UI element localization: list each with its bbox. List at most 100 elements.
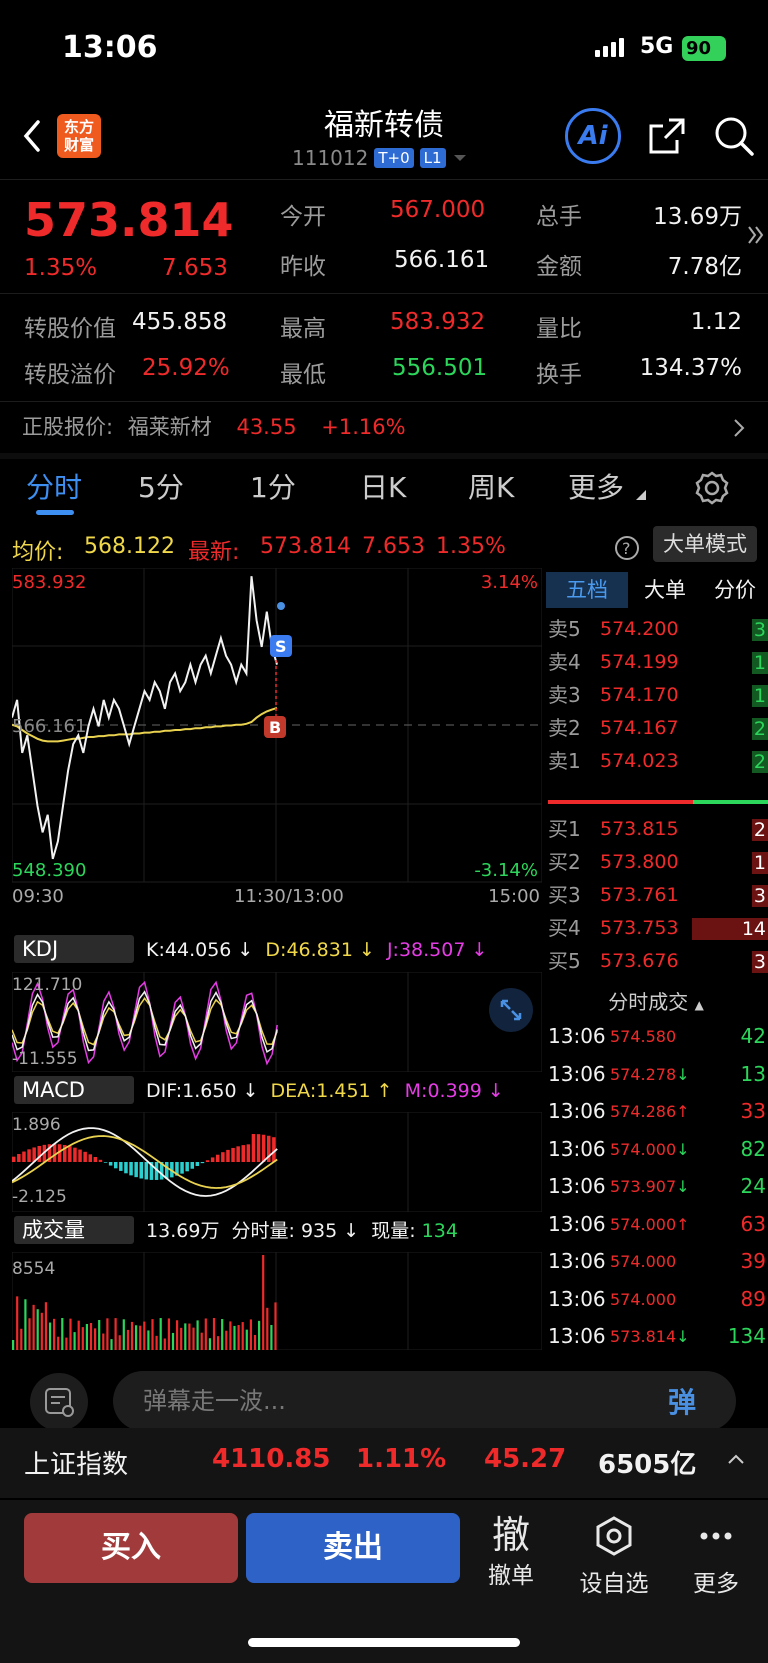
volume-bar — [16, 1296, 19, 1350]
big-order-mode-button[interactable]: 大单模式 — [653, 526, 757, 562]
bid-row[interactable]: 买3 573.761 3 — [548, 878, 768, 912]
macd-bar — [241, 1145, 245, 1162]
settings-icon[interactable] — [694, 470, 730, 506]
price-chart-svg: S B 583.932 566.161 548.390 3.14% -3.14%… — [11, 567, 543, 907]
tick-qty: 134 — [727, 1324, 766, 1348]
danmu-send-button[interactable]: 弹 — [668, 1381, 724, 1425]
volume-bar — [208, 1338, 211, 1350]
index-value: 4110.85 — [212, 1444, 331, 1474]
kdj-svg: 121.710 -11.555 — [11, 971, 543, 1073]
high-value: 583.932 — [390, 309, 486, 335]
tick-trade-row: 13:06 573.907↓ 24 — [548, 1168, 768, 1205]
tab-more[interactable]: 更多 — [568, 466, 624, 506]
bid-row[interactable]: 买5 573.676 3 — [548, 944, 768, 978]
bid-label: 买2 — [548, 850, 581, 874]
volume-bar — [36, 1309, 39, 1350]
search-icon[interactable] — [712, 114, 756, 158]
add-watchlist-button[interactable]: 设自选 — [574, 1514, 654, 1598]
caret-up-icon: ▲ — [694, 998, 704, 1012]
ask-row[interactable]: 卖3 574.170 1 — [548, 678, 768, 712]
tick-trade-row: 13:06 574.000↓ 82 — [548, 1131, 768, 1168]
macd-bar — [190, 1162, 194, 1169]
volume-bar — [61, 1318, 64, 1350]
share-icon[interactable] — [645, 114, 689, 158]
ask-ratio-bar — [548, 800, 693, 804]
tab-intraday[interactable]: 分时 — [26, 466, 82, 506]
macd-bar — [98, 1159, 103, 1162]
macd-selector[interactable]: MACD — [14, 1076, 134, 1104]
volume-bar — [81, 1327, 84, 1350]
ask-row[interactable]: 卖1 574.023 2 — [548, 744, 768, 778]
tick-trade-row: 13:06 574.000 39 — [548, 1243, 768, 1280]
buy-button[interactable]: 买入 — [24, 1513, 238, 1583]
volume-bar — [98, 1319, 101, 1350]
volume-bar — [196, 1320, 199, 1350]
expand-right-icon[interactable] — [746, 223, 764, 249]
tab-weekly[interactable]: 周K — [468, 466, 514, 506]
book-tab-level5[interactable]: 五档 — [546, 572, 628, 608]
tick-trade-row: 13:06 573.814↓ 134 — [548, 1318, 768, 1355]
volume-bar — [184, 1323, 187, 1350]
bid-row[interactable]: 买4 573.753 14 — [548, 911, 768, 945]
bid-qty: 14 — [692, 918, 768, 940]
volume-now: 134 — [421, 1220, 458, 1242]
ai-button[interactable]: Ai — [565, 108, 621, 164]
ask-label: 卖5 — [548, 617, 581, 641]
tick-trades-label: 分时成交 — [608, 990, 689, 1014]
volume-bar — [126, 1329, 129, 1350]
intraday-chart[interactable]: S B 583.932 566.161 548.390 3.14% -3.14%… — [11, 567, 543, 907]
cancel-order-label: 撤单 — [488, 1563, 534, 1589]
volume-bar — [139, 1325, 142, 1350]
underlying-stock-row[interactable]: 正股报价: 福莱新材 43.55 +1.16% — [22, 405, 768, 449]
macd-bar — [68, 1146, 72, 1162]
macd-bar — [27, 1149, 31, 1162]
tick-time: 13:06 — [548, 1061, 606, 1086]
bid-price: 573.761 — [600, 884, 679, 906]
danmu-input[interactable]: 弹幕走一波... — [113, 1371, 736, 1431]
volume-bar — [44, 1302, 47, 1350]
x-tick-end: 15:00 — [488, 886, 540, 903]
book-tab-price-dist[interactable]: 分价 — [700, 572, 768, 608]
bid-ratio-bar — [693, 800, 768, 804]
kdj-bottom-label: -11.555 — [12, 1049, 78, 1069]
security-code-row[interactable]: 111012 T+0 L1 — [292, 146, 468, 170]
ask-row[interactable]: 卖4 574.199 1 — [548, 645, 768, 679]
kdj-header: KDJ K:44.056 ↓ D:46.831 ↓ J:38.507 ↓ — [12, 935, 542, 970]
bid-label: 买5 — [548, 949, 581, 973]
tab-daily[interactable]: 日K — [360, 466, 406, 506]
kdj-chart: 121.710 -11.555 — [11, 971, 543, 1073]
bid-row[interactable]: 买1 573.815 2 — [548, 812, 768, 846]
header: 东方 财富 福新转债 111012 T+0 L1 Ai — [0, 96, 768, 180]
conv-value-label: 转股价值 — [24, 316, 116, 342]
ask-row[interactable]: 卖5 574.200 3 — [548, 612, 768, 646]
macd-bar — [226, 1149, 230, 1162]
volume-svg: 8554 — [11, 1251, 543, 1351]
fullscreen-icon[interactable] — [488, 987, 534, 1033]
ask-row[interactable]: 卖2 574.167 2 — [548, 711, 768, 745]
help-icon[interactable]: ? — [613, 534, 641, 562]
macd-dif: DIF:1.650 ↓ — [146, 1080, 259, 1102]
ask-label: 卖3 — [548, 683, 581, 707]
x-tick-start: 09:30 — [12, 886, 64, 903]
volume-selector[interactable]: 成交量 — [14, 1216, 134, 1244]
danmu-toggle-button[interactable] — [30, 1373, 88, 1431]
bid-row[interactable]: 买2 573.800 1 — [548, 845, 768, 879]
tab-1min[interactable]: 1分 — [250, 466, 296, 506]
ask-label: 卖4 — [548, 650, 581, 674]
tab-5min[interactable]: 5分 — [138, 466, 184, 506]
volume-bar — [130, 1321, 134, 1350]
sell-button[interactable]: 卖出 — [246, 1513, 460, 1583]
caret-down-icon — [453, 155, 466, 161]
volume-bar — [110, 1339, 113, 1350]
ask-qty: 2 — [751, 751, 768, 773]
kdj-selector[interactable]: KDJ — [14, 935, 134, 963]
add-watchlist-label: 设自选 — [579, 1571, 649, 1597]
more-button[interactable]: 更多 — [676, 1514, 756, 1598]
tick-trades-header[interactable]: 分时成交 ▲ — [544, 986, 768, 1018]
book-tab-big-orders[interactable]: 大单 — [630, 572, 700, 608]
cancel-order-button[interactable]: 撤 撤单 — [471, 1514, 551, 1590]
macd-m: M:0.399 ↓ — [404, 1080, 504, 1102]
volume-bar — [221, 1319, 224, 1350]
index-ticker[interactable]: 上证指数 4110.85 1.11% 45.27 6505亿 — [0, 1428, 768, 1498]
buy-marker: B — [264, 716, 286, 738]
